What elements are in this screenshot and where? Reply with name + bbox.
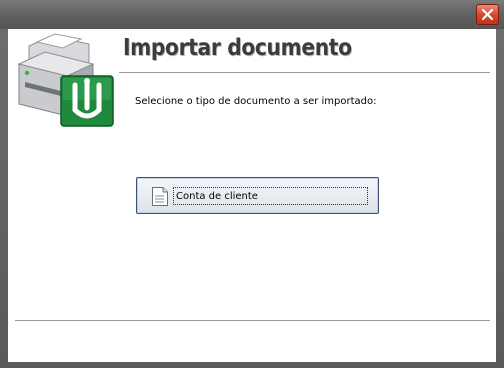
footer-divider: [15, 320, 490, 321]
printer-document-logo-icon: [17, 33, 114, 127]
focus-rectangle: Conta de cliente: [173, 187, 368, 205]
close-icon: [482, 9, 493, 20]
document-icon: [152, 187, 168, 206]
conta-de-cliente-button[interactable]: Conta de cliente: [136, 177, 379, 214]
dialog-window: Importar documento Selecione o tipo de d…: [0, 0, 504, 368]
instruction-text: Selecione o tipo de documento a ser impo…: [135, 96, 377, 107]
page-title: Importar documento: [123, 35, 352, 61]
title-divider: [119, 72, 490, 73]
close-button[interactable]: [476, 4, 499, 25]
title-bar[interactable]: [0, 0, 504, 29]
dialog-content: Importar documento Selecione o tipo de d…: [8, 29, 496, 362]
option-label: Conta de cliente: [176, 190, 258, 202]
